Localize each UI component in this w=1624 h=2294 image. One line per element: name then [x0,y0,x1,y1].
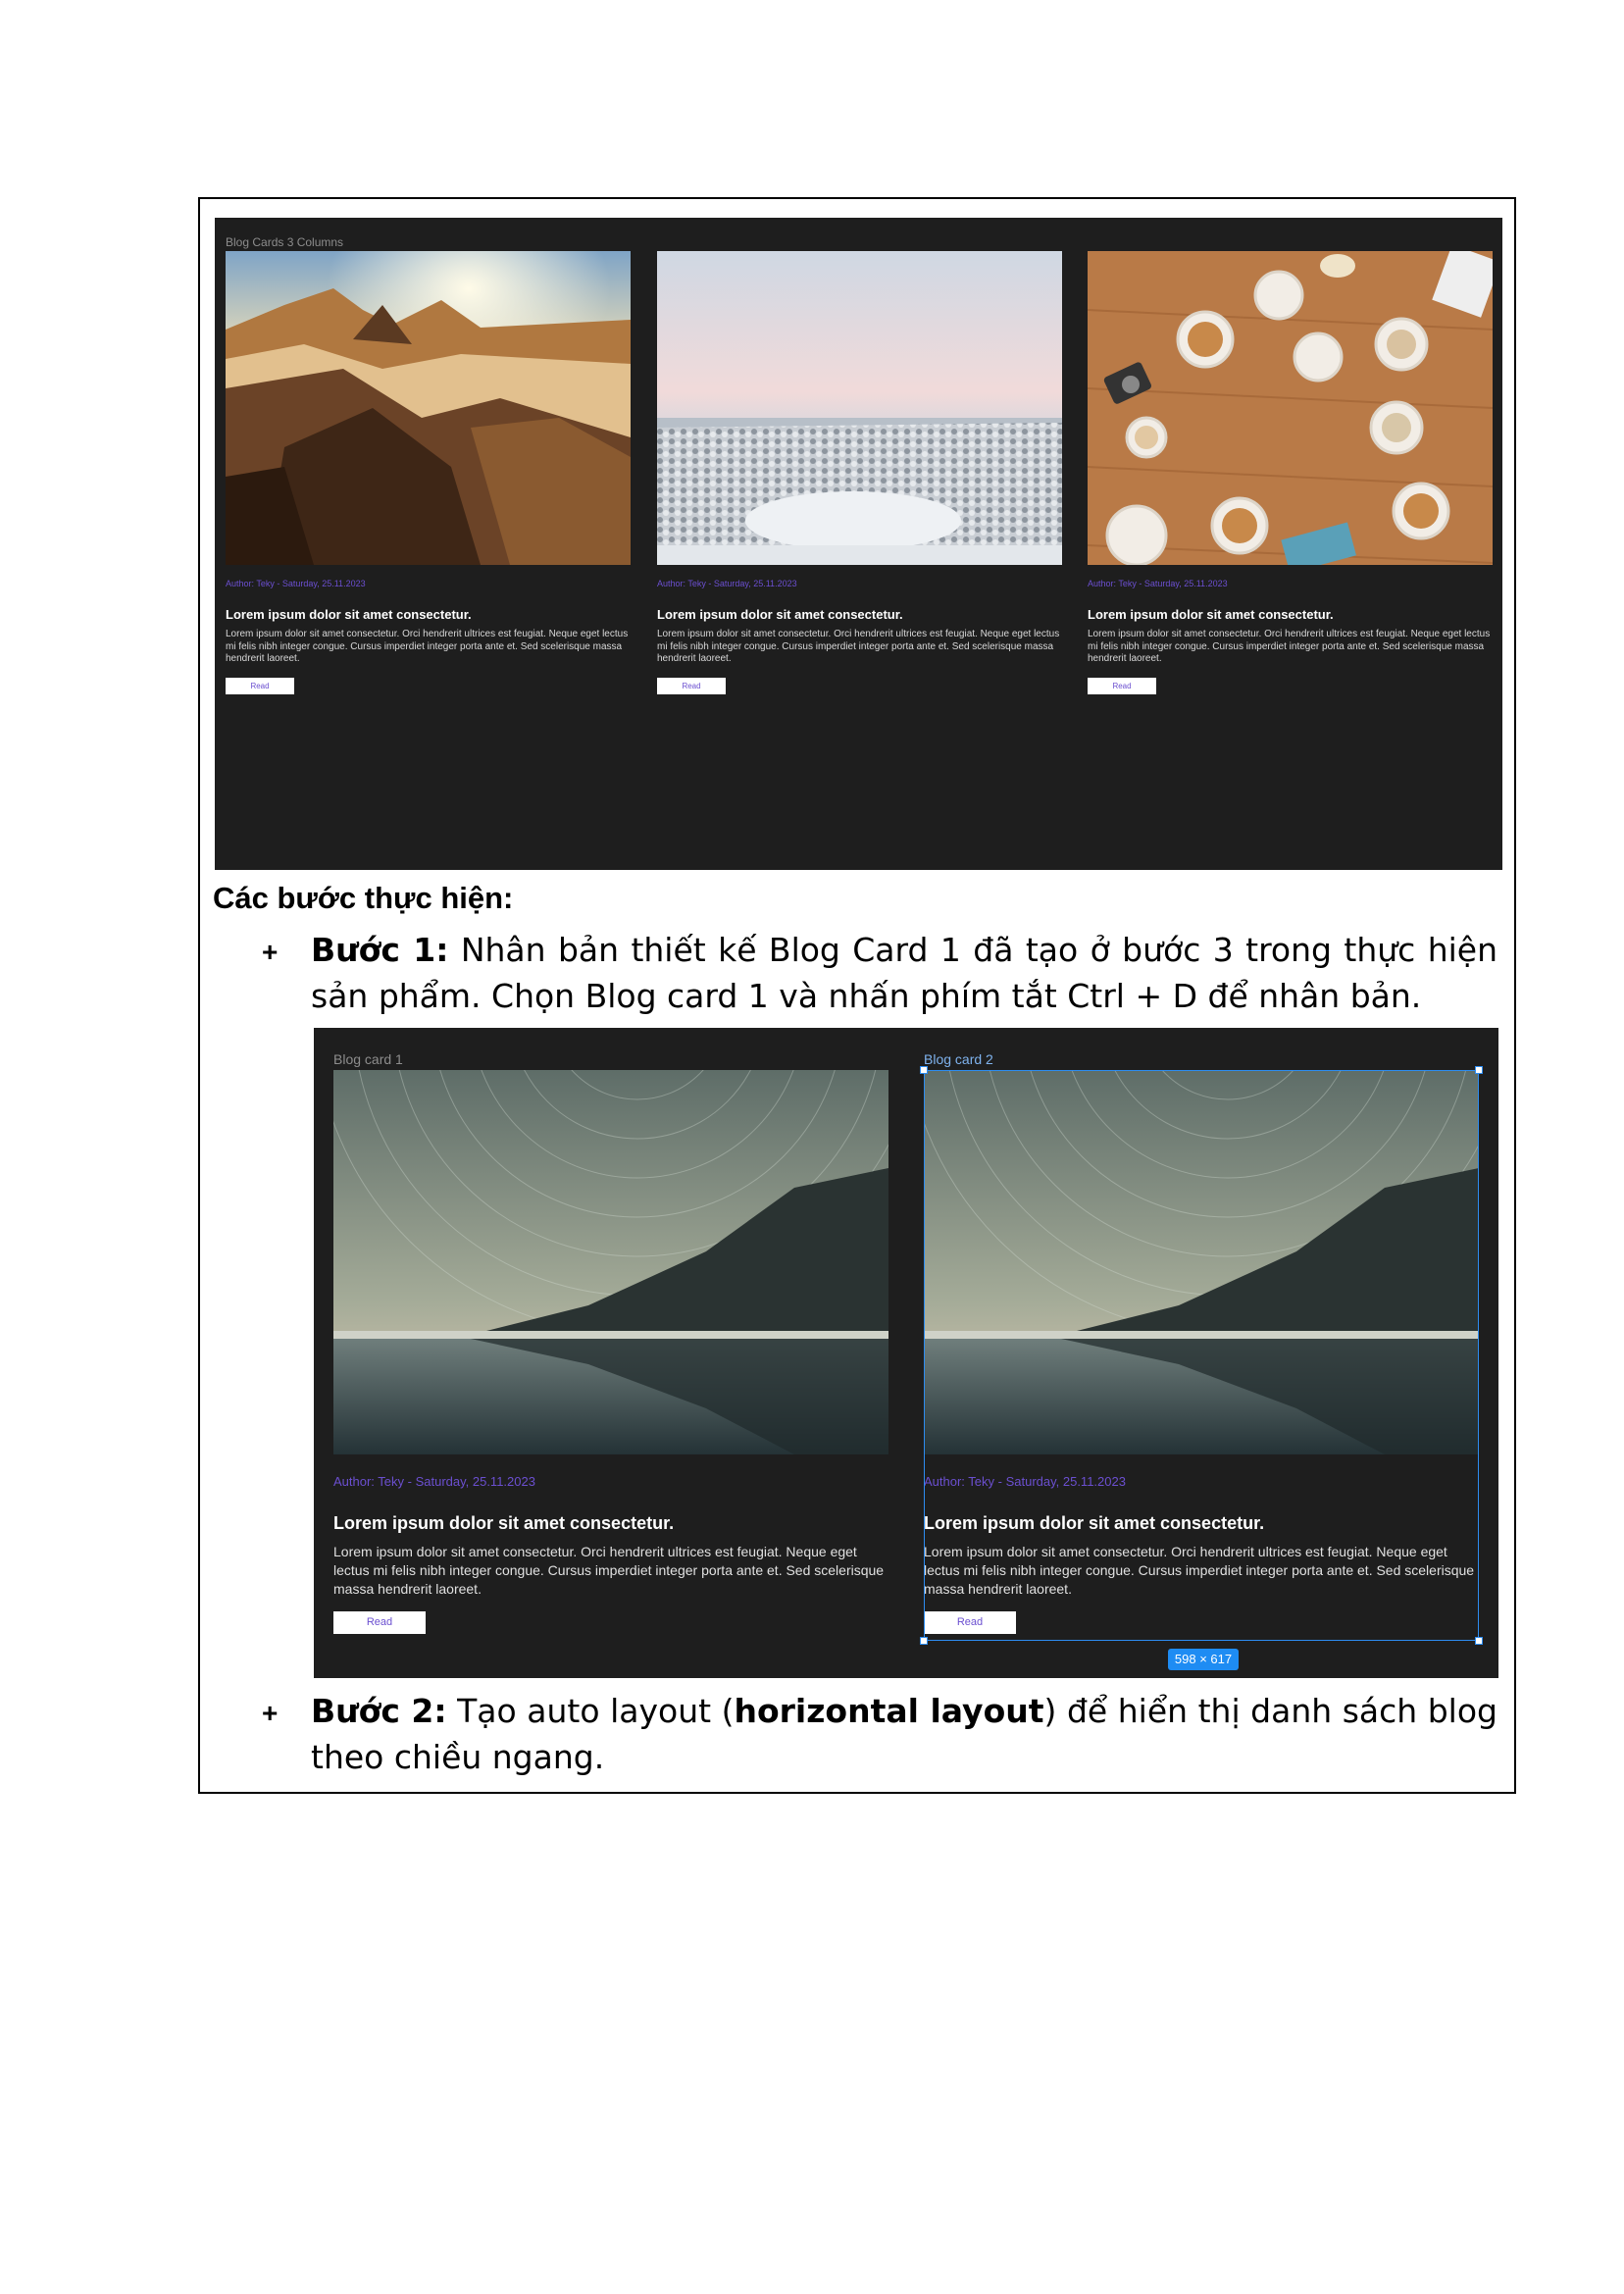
selection-size-badge: 598 × 617 [1168,1649,1239,1670]
blog-card[interactable]: Author: Teky - Saturday, 25.11.2023 Lore… [226,251,631,694]
author-line: Author: Teky - Saturday, 25.11.2023 [1088,579,1228,588]
resize-handle-top-right[interactable] [1475,1066,1483,1074]
card-title: Lorem ipsum dolor sit amet consectetur. [333,1513,675,1533]
step-bold-term: horizontal layout [734,1692,1044,1730]
read-button[interactable]: Read [924,1611,1016,1634]
read-button[interactable]: Read [1088,677,1156,694]
step-2-text: Bước 2: Tạo auto layout (horizontal layo… [311,1688,1497,1780]
steps-heading: Các bước thực hiện: [213,881,514,915]
card-description: Lorem ipsum dolor sit amet consectetur. … [1088,629,1491,664]
read-button[interactable]: Read [226,677,294,694]
card-title: Lorem ipsum dolor sit amet consectetur. [657,607,903,622]
blog-card[interactable]: Author: Teky - Saturday, 25.11.2023 Lore… [657,251,1062,694]
bullet-plus: + [262,1698,279,1728]
author-line: Author: Teky - Saturday, 25.11.2023 [924,1474,1126,1489]
card-title: Lorem ipsum dolor sit amet consectetur. [924,1513,1265,1533]
read-button[interactable]: Read [333,1611,426,1634]
frame-label[interactable]: Blog Cards 3 Columns [226,235,343,249]
blog-card-2[interactable]: Author: Teky - Saturday, 25.11.2023 Lore… [924,1070,1479,1634]
card-title: Lorem ipsum dolor sit amet consectetur. [226,607,472,622]
blog-card-1[interactable]: Author: Teky - Saturday, 25.11.2023 Lore… [333,1070,888,1634]
blog-card-image [657,251,1062,565]
card-description: Lorem ipsum dolor sit amet consectetur. … [226,629,629,664]
read-button[interactable]: Read [657,677,726,694]
resize-handle-top-left[interactable] [920,1066,928,1074]
card-description: Lorem ipsum dolor sit amet consectetur. … [333,1544,885,1597]
step-body: Tạo auto layout ( [446,1692,735,1730]
frame-label-card-2[interactable]: Blog card 2 [924,1051,993,1067]
author-line: Author: Teky - Saturday, 25.11.2023 [226,579,366,588]
frame-label-card-1[interactable]: Blog card 1 [333,1051,403,1067]
step-body: Nhân bản thiết kế Blog Card 1 đã tạo ở b… [311,931,1497,1015]
blog-card-image [226,251,631,565]
blog-card[interactable]: Author: Teky - Saturday, 25.11.2023 Lore… [1088,251,1493,694]
screenshot-blog-cards-3-columns: Blog Cards 3 Columns Author: Teky - Satu… [215,218,1502,870]
blog-card-image [1088,251,1493,565]
screenshot-blog-card-duplicate: Blog card 1 Blog card 2 Author: Teky - S… [314,1028,1498,1678]
card-description: Lorem ipsum dolor sit amet consectetur. … [924,1544,1475,1597]
step-label: Bước 2: [311,1692,447,1730]
step-label: Bước 1: [311,931,449,969]
author-line: Author: Teky - Saturday, 25.11.2023 [657,579,797,588]
resize-handle-bottom-right[interactable] [1475,1637,1483,1645]
author-line: Author: Teky - Saturday, 25.11.2023 [333,1474,535,1489]
card-title: Lorem ipsum dolor sit amet consectetur. [1088,607,1334,622]
card-description: Lorem ipsum dolor sit amet consectetur. … [657,629,1060,664]
blog-card-image [924,1070,1479,1454]
step-1-text: Bước 1: Nhân bản thiết kế Blog Card 1 đã… [311,927,1497,1019]
bullet-plus: + [262,937,279,967]
blog-card-image [333,1070,888,1454]
resize-handle-bottom-left[interactable] [920,1637,928,1645]
